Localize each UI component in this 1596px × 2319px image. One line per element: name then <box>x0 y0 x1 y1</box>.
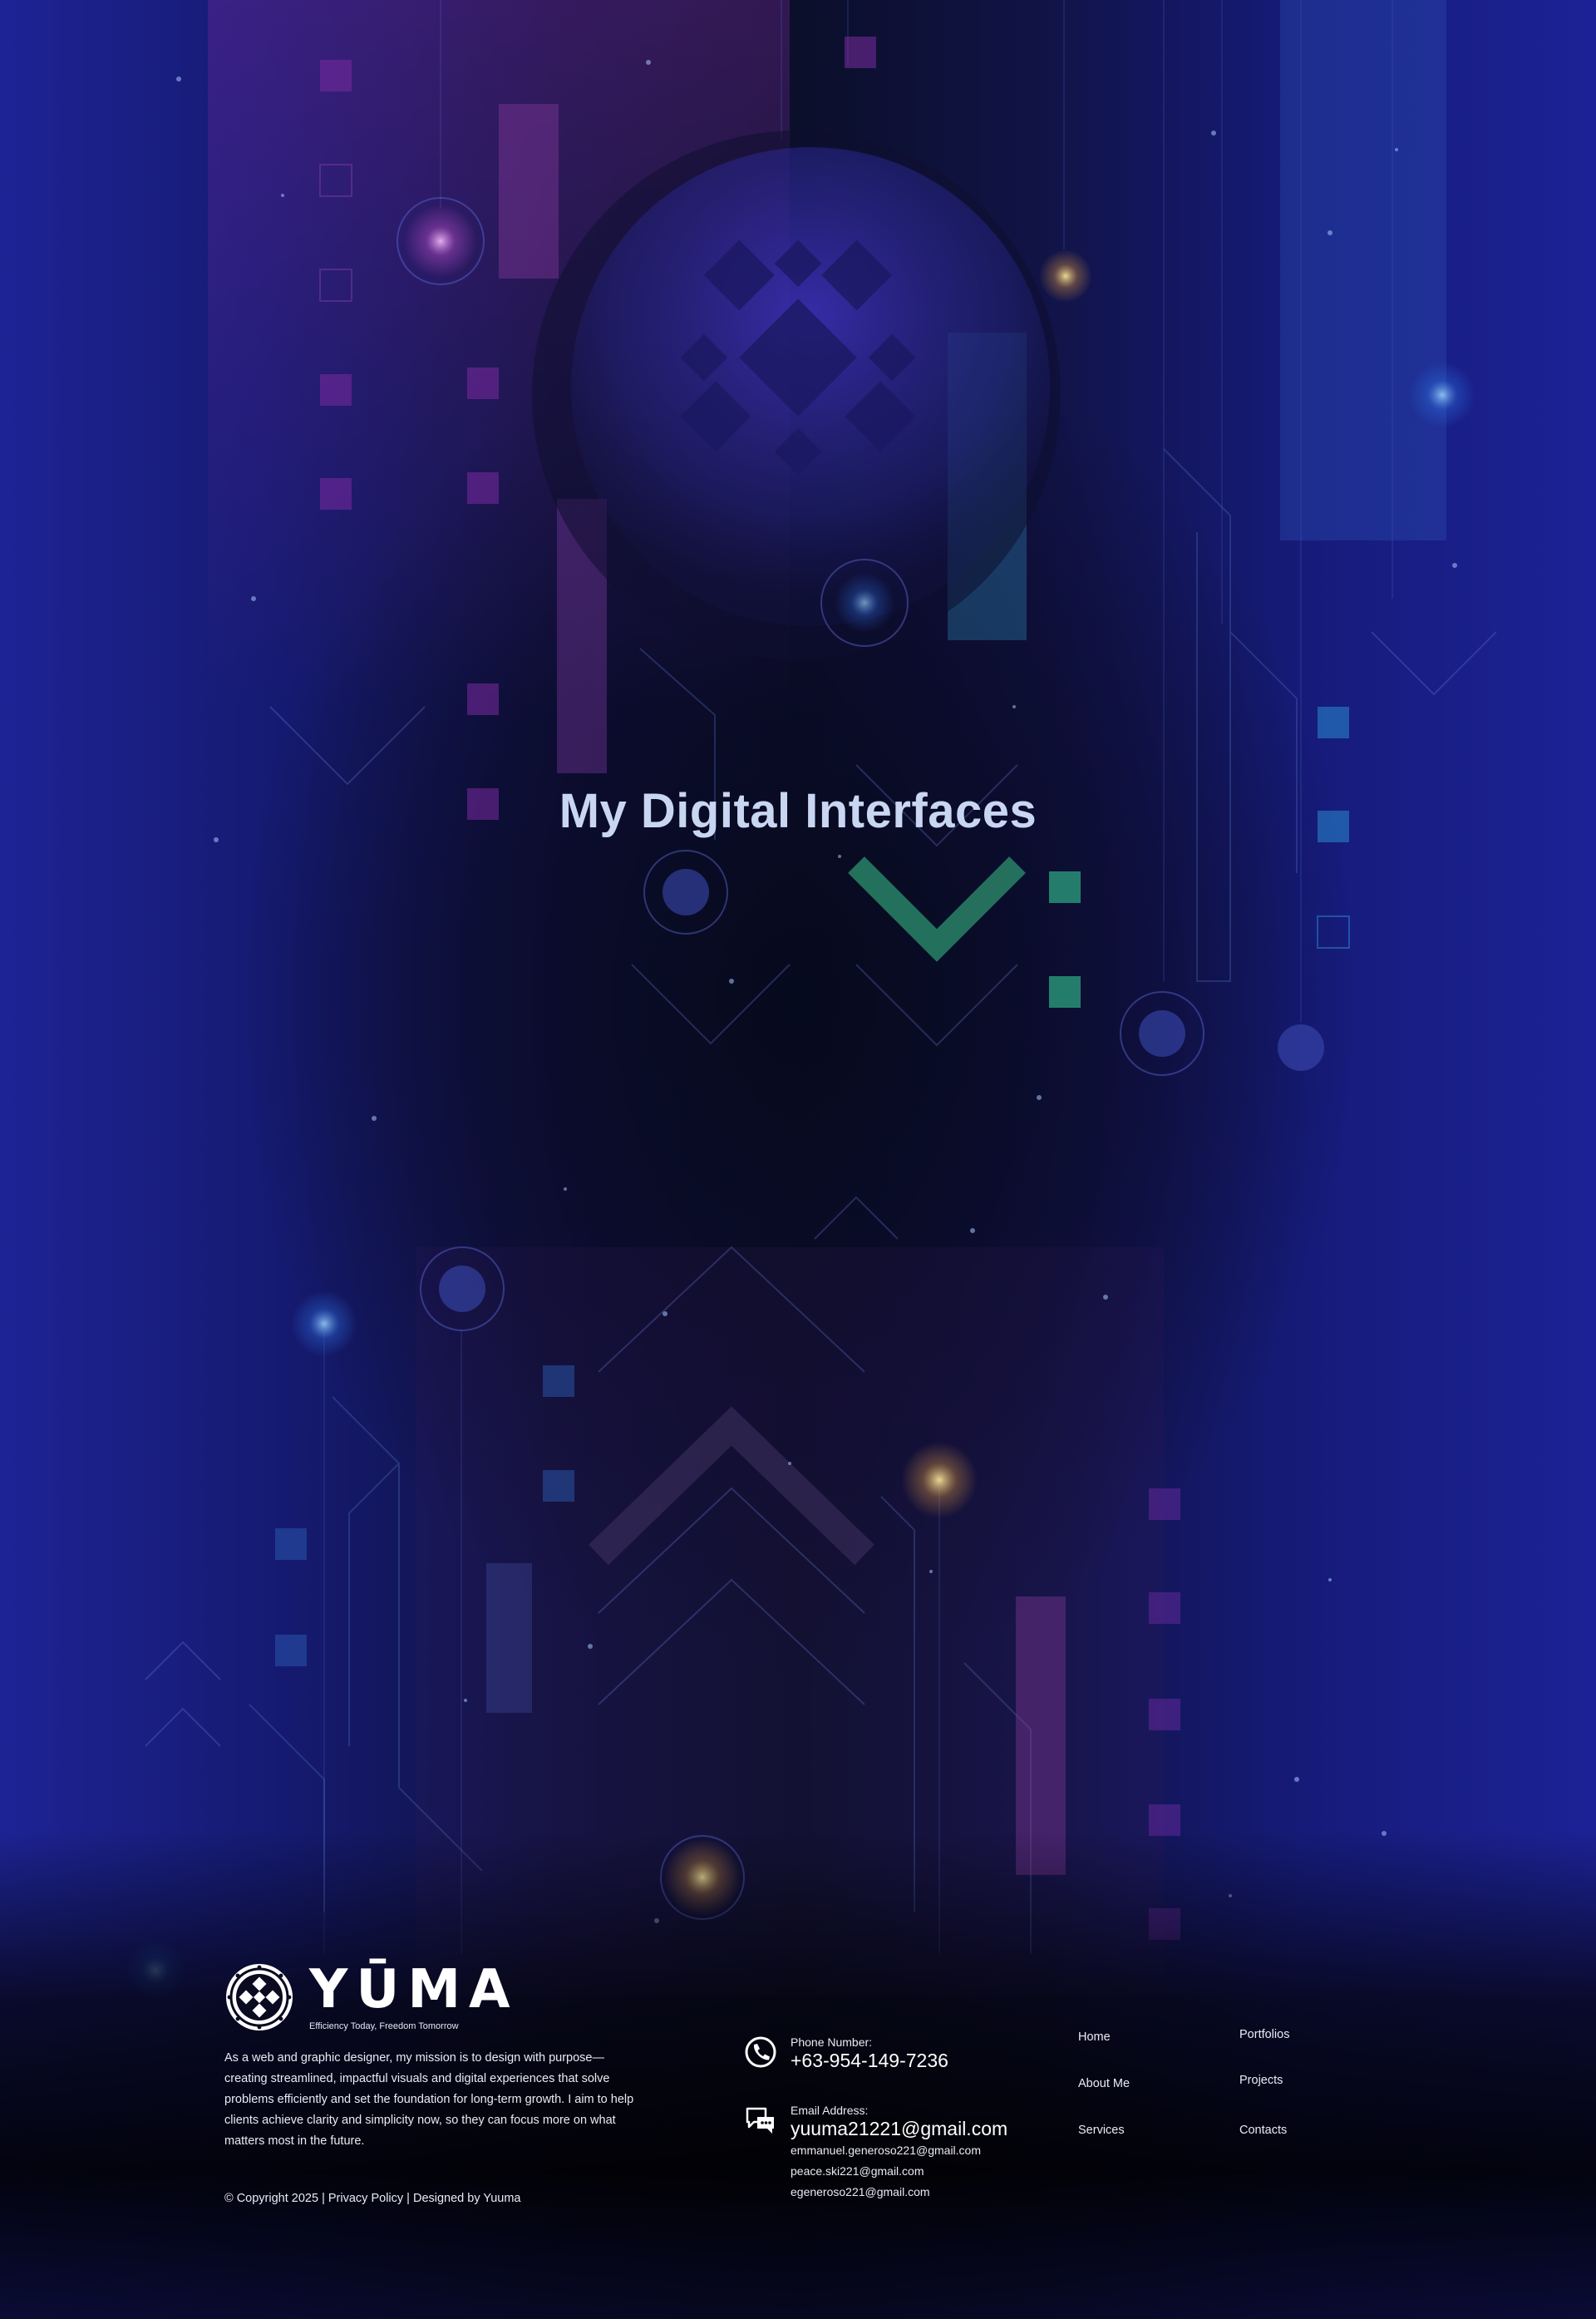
footer-brand[interactable]: YŪMA Efficiency Today, Freedom Tomorrow <box>224 1962 519 2032</box>
page-title: My Digital Interfaces <box>559 784 1037 838</box>
email-primary[interactable]: yuuma21221@gmail.com <box>791 2117 1007 2140</box>
email-contact: Email Address: yuuma21221@gmail.com emma… <box>744 2104 1007 2203</box>
privacy-policy-link[interactable]: Privacy Policy <box>328 2192 403 2205</box>
phone-contact: Phone Number: +63-954-149-7236 <box>744 2035 948 2072</box>
nav-projects[interactable]: Projects <box>1239 2074 1283 2087</box>
mandala-seal-icon <box>226 1964 293 2030</box>
email-secondary[interactable]: emmanuel.generoso221@gmail.com <box>791 2140 1007 2161</box>
phone-label: Phone Number: <box>791 2035 873 2049</box>
chat-bubbles-icon <box>746 2107 774 2134</box>
copyright-text: © Copyright 2025 <box>224 2192 319 2205</box>
copyright-line: © Copyright 2025 | Privacy Policy | Desi… <box>224 2192 521 2205</box>
brand-name: YŪMA <box>309 1959 519 2020</box>
nav-portfolios[interactable]: Portfolios <box>1239 2028 1289 2041</box>
phone-number[interactable]: +63-954-149-7236 <box>791 2049 948 2072</box>
separator: | <box>403 2192 413 2205</box>
nav-home[interactable]: Home <box>1078 2030 1111 2044</box>
separator: | <box>318 2192 328 2205</box>
phone-icon <box>745 2036 776 2068</box>
email-secondary[interactable]: peace.ski221@gmail.com <box>791 2161 1007 2182</box>
designed-by-text: Designed by Yuuma <box>412 2192 521 2205</box>
email-label: Email Address: <box>791 2104 869 2117</box>
nav-services[interactable]: Services <box>1078 2124 1125 2137</box>
brand-tagline: Efficiency Today, Freedom Tomorrow <box>309 2021 459 2031</box>
email-secondary[interactable]: egeneroso221@gmail.com <box>791 2182 1007 2203</box>
nav-contacts[interactable]: Contacts <box>1239 2124 1287 2137</box>
nav-about-me[interactable]: About Me <box>1078 2077 1130 2090</box>
mission-statement: As a web and graphic designer, my missio… <box>224 2051 634 2148</box>
